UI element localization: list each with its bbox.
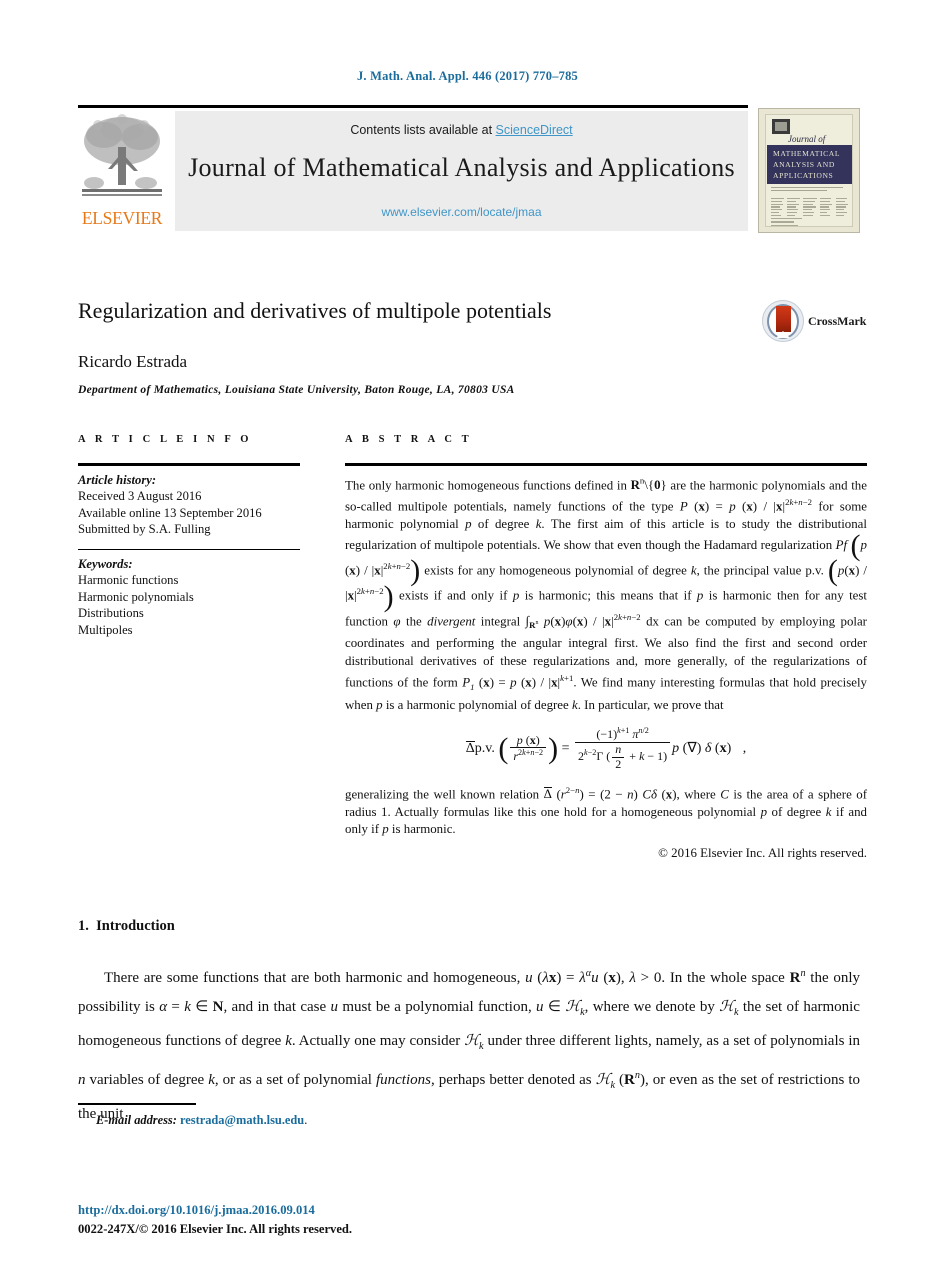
cover-title-band: MATHEMATICAL ANALYSIS AND APPLICATIONS xyxy=(767,145,852,184)
crossmark-badge[interactable]: CrossMark xyxy=(762,300,866,344)
page-title: Regularization and derivatives of multip… xyxy=(78,298,552,323)
abstract-frag: integral xyxy=(475,613,526,628)
eq-laplacian-bar: Δ xyxy=(465,741,475,757)
author-name: Ricardo Estrada xyxy=(78,352,188,371)
cover-text-lines xyxy=(771,187,849,193)
article-info-rule xyxy=(78,463,300,466)
elsevier-tree-icon xyxy=(80,111,164,204)
cover-band-line-1: MATHEMATICAL xyxy=(773,149,841,158)
email-footnote: E-mail address: restrada@math.lsu.edu. xyxy=(96,1113,307,1128)
abstract-frag: . In particular, we prove that xyxy=(577,697,724,712)
journal-masthead: ELSEVIER Contents lists available at Sci… xyxy=(78,105,860,233)
abstract-frag: generalizing the well known relation xyxy=(345,786,544,801)
cover-band-line-2: ANALYSIS AND xyxy=(773,160,835,169)
section-title-text: Introduction xyxy=(96,918,175,934)
footnote-rule xyxy=(78,1103,196,1105)
section-number: 1. xyxy=(78,918,89,934)
eq2-laplacian-bar: Δ xyxy=(543,786,552,801)
contents-prefix: Contents lists available at xyxy=(350,123,496,137)
history-item: Submitted by S.A. Fulling xyxy=(78,522,211,536)
email-period: . xyxy=(304,1113,308,1127)
keyword-item: Harmonic polynomials xyxy=(78,589,194,604)
abstract-copyright: © 2016 Elsevier Inc. All rights reserved… xyxy=(658,845,867,860)
cover-contents-grid xyxy=(771,198,849,217)
keyword-item: Multipoles xyxy=(78,622,133,637)
display-equation: Δp.v. (p (x) r2k+n−2) = (−1)k+1 πn/2 2k−2Γ… xyxy=(465,726,747,771)
crossmark-label: CrossMark xyxy=(808,314,867,328)
keywords-rule xyxy=(78,548,300,550)
paper-page: J. Math. Anal. Appl. 446 (2017) 770–785 xyxy=(0,0,935,1266)
email-label: E-mail address: xyxy=(96,1113,177,1127)
cover-elsevier-icon xyxy=(772,119,790,134)
eq-rhs-fraction: (−1)k+1 πn/2 2k−2Γ (n 2 + k − 1) xyxy=(575,726,671,771)
keywords-label: Keywords: xyxy=(78,556,133,571)
author-affiliation: Department of Mathematics, Louisiana Sta… xyxy=(78,384,515,396)
keyword-item: Distributions xyxy=(78,606,144,621)
abstract-frag: is a harmonic polynomial of degree xyxy=(382,697,572,712)
elsevier-logo: ELSEVIER xyxy=(78,111,166,231)
cover-script-line: Journal of xyxy=(788,134,826,144)
cover-footer-lines xyxy=(771,218,849,228)
history-item: Available online 13 September 2016 xyxy=(78,505,262,520)
abstract-frag: of degree xyxy=(471,517,536,532)
abstract-frag: exists if and only if xyxy=(393,588,513,603)
abstract-heading: A B S T R A C T xyxy=(345,434,473,445)
math-rn-minus-zero: Rn\{0} xyxy=(630,475,667,492)
article-info-column: A R T I C L E I N F O Article history: R… xyxy=(78,434,300,638)
cover-band-line-3: APPLICATIONS xyxy=(773,171,834,180)
journal-banner: Contents lists available at ScienceDirec… xyxy=(175,111,748,231)
masthead-top-rule xyxy=(78,105,748,108)
abstract-rule xyxy=(345,463,867,466)
journal-url-link[interactable]: www.elsevier.com/locate/jmaa xyxy=(175,205,748,219)
abstract-emph-divergent: divergent xyxy=(427,613,476,628)
abstract-frag: exists for any homogeneous polynomial of… xyxy=(420,563,691,578)
abstract-frag: the xyxy=(400,613,428,628)
keyword-item: Harmonic functions xyxy=(78,573,179,588)
abstract-column: A B S T R A C T The only harmonic homoge… xyxy=(345,434,867,862)
crossmark-icon xyxy=(762,300,804,342)
doi-link[interactable]: http://dx.doi.org/10.1016/j.jmaa.2016.09… xyxy=(78,1203,315,1218)
abstract-frag: , where xyxy=(676,786,721,801)
journal-title: Journal of Mathematical Analysis and App… xyxy=(188,153,735,182)
issn-copyright-line: 0022-247X/© 2016 Elsevier Inc. All right… xyxy=(78,1222,353,1236)
abstract-text: The only harmonic homogeneous functions … xyxy=(345,473,867,863)
math-P-of-x: P xyxy=(679,499,688,514)
abstract-frag: is harmonic; this means that if xyxy=(519,588,697,603)
running-head: J. Math. Anal. Appl. 446 (2017) 770–785 xyxy=(356,69,578,83)
journal-cover-thumbnail: Journal of MATHEMATICAL ANALYSIS AND APP… xyxy=(758,108,860,233)
article-info-heading: A R T I C L E I N F O xyxy=(78,434,253,445)
keywords-block: Keywords: Harmonic functions Harmonic po… xyxy=(78,556,300,639)
contents-available-line: Contents lists available at ScienceDirec… xyxy=(175,123,748,137)
article-history-label: Article history: xyxy=(78,472,157,487)
abstract-frag: is harmonic. xyxy=(388,822,456,837)
math-integral: ∫Rn xyxy=(525,613,539,631)
abstract-frag: of degree xyxy=(767,804,826,819)
section-heading-introduction: 1. Introduction xyxy=(78,918,175,935)
abstract-frag: The only harmonic homogeneous functions … xyxy=(345,477,631,492)
article-history-block: Article history: Received 3 August 2016 … xyxy=(78,472,300,538)
history-item: Received 3 August 2016 xyxy=(78,489,202,503)
email-link[interactable]: restrada@math.lsu.edu xyxy=(180,1113,304,1127)
eq-lhs-fraction: p (x) r2k+n−2 xyxy=(510,733,547,765)
cover-inner: Journal of MATHEMATICAL ANALYSIS AND APP… xyxy=(765,114,853,227)
elsevier-wordmark: ELSEVIER xyxy=(81,208,163,228)
sciencedirect-link[interactable]: ScienceDirect xyxy=(496,123,573,137)
abstract-frag: , the principal value p.v. xyxy=(696,563,828,578)
